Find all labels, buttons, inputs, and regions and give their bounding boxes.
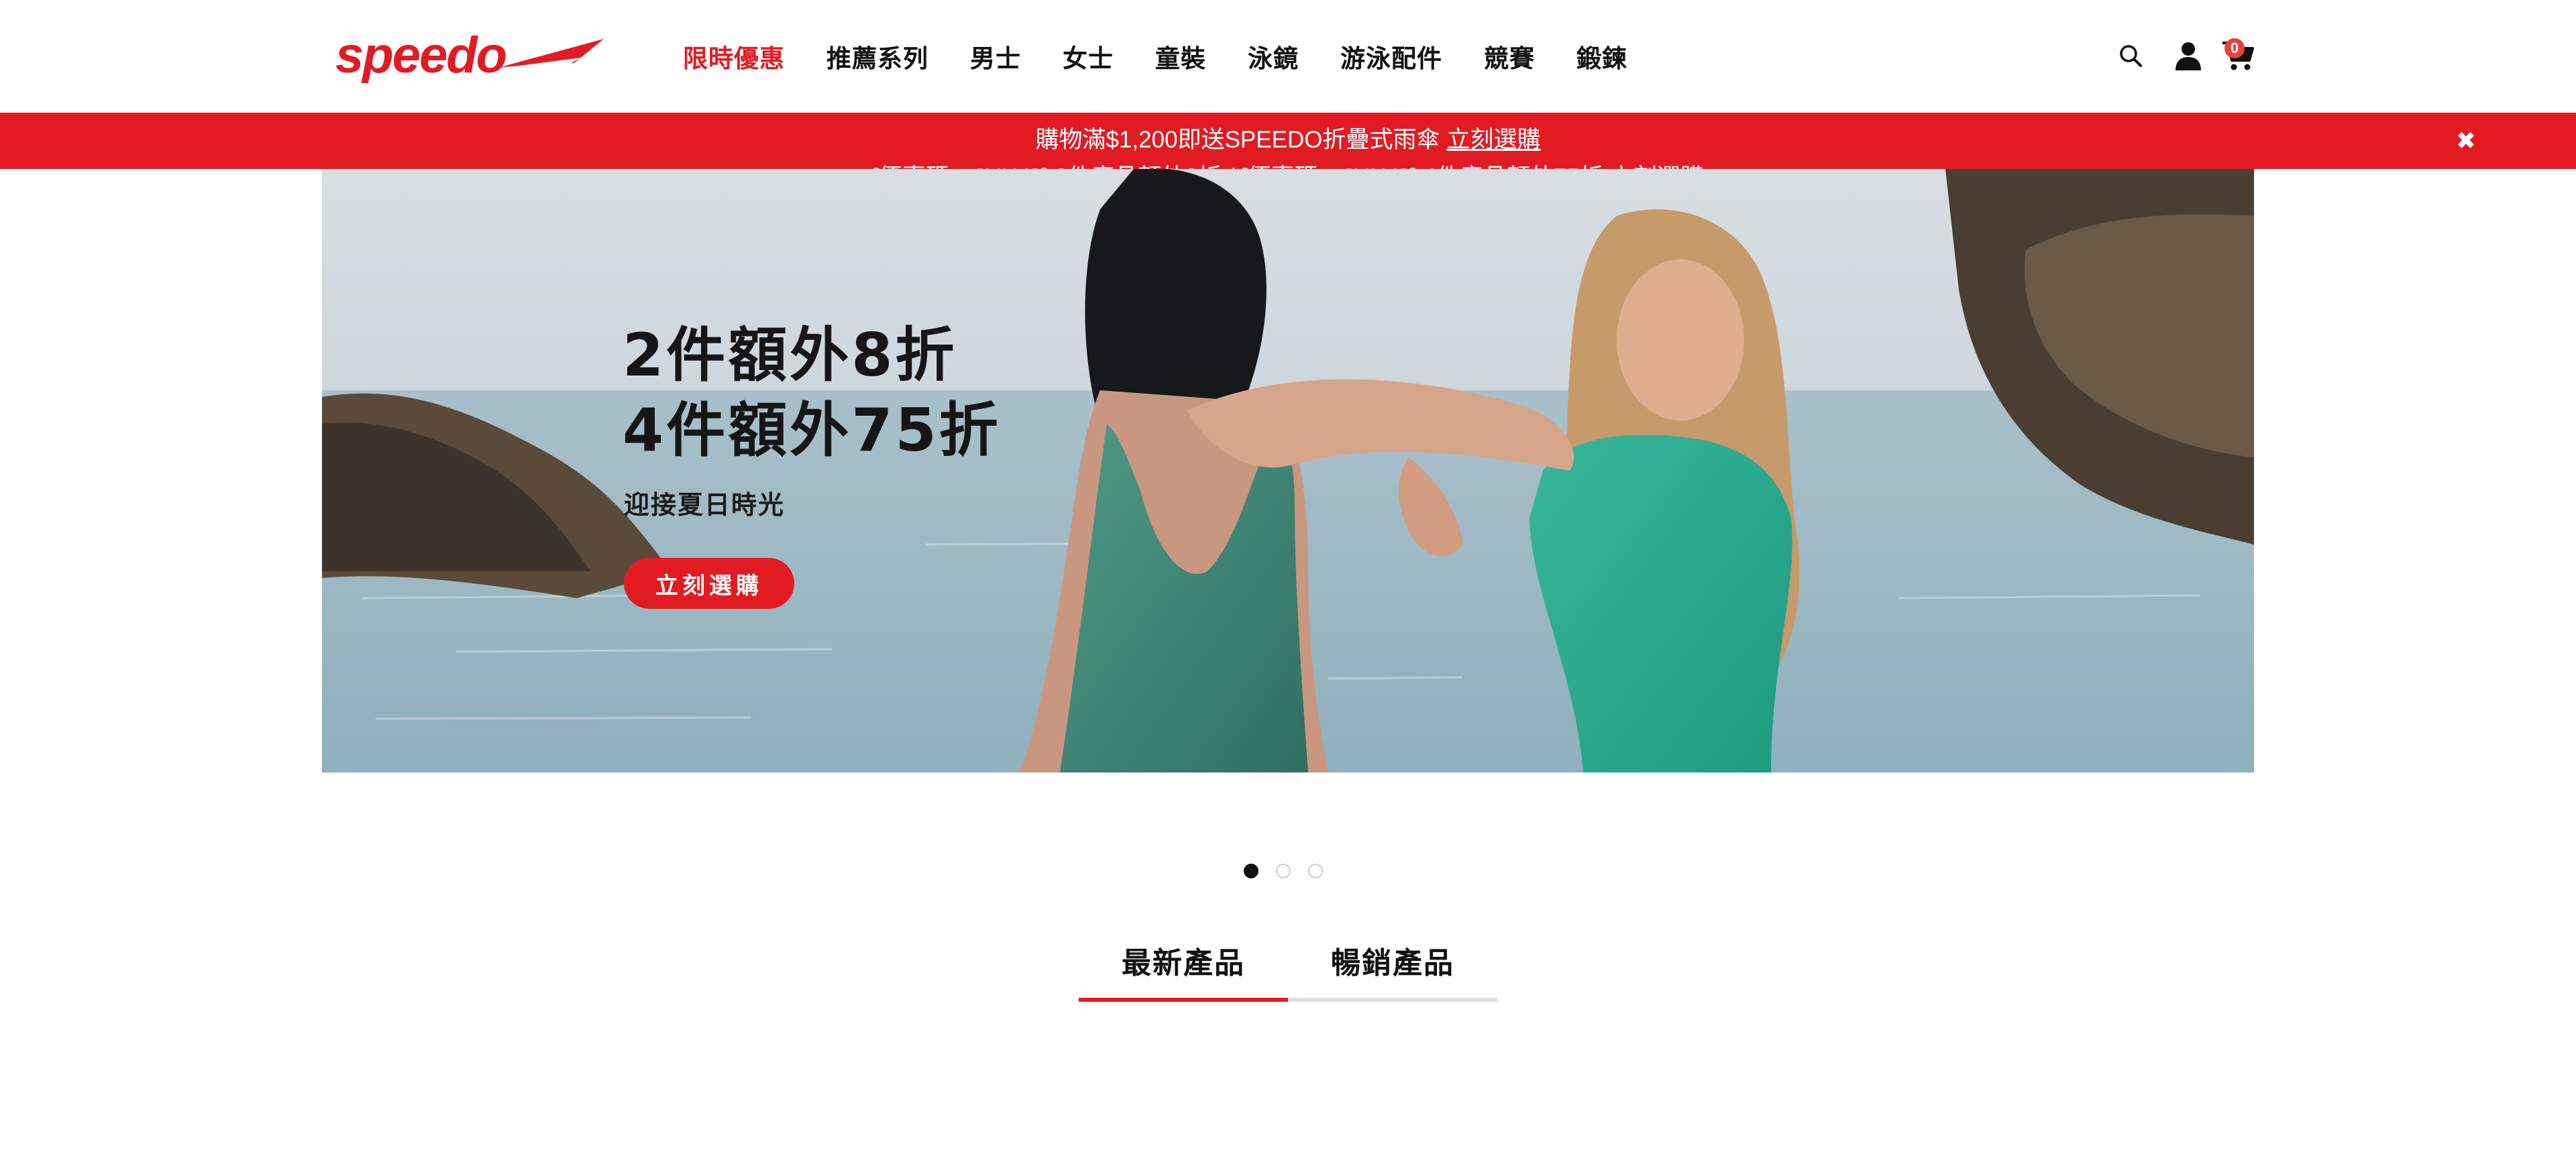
nav-item-women[interactable]: 女士 [1063,38,1114,74]
account-button[interactable] [2168,36,2208,76]
carousel-dot-1[interactable] [1244,864,1258,878]
nav-item-men[interactable]: 男士 [970,38,1021,74]
search-button[interactable] [2110,36,2151,76]
cart-count-badge: 0 [2224,38,2245,58]
hero-shop-now-button[interactable]: 立刻選購 [624,558,794,609]
user-icon [2176,42,2201,70]
hero-headline-line2: 4件額外75折 [623,396,1001,465]
main-nav: 限時優惠 推薦系列 男士 女士 童裝 泳鏡 游泳配件 競賽 鍛鍊 [683,35,1669,78]
search-icon [2120,45,2142,67]
site-header: speedo 限時優惠 推薦系列 男士 女士 童裝 泳鏡 游泳配件 競賽 鍛鍊 [0,0,2576,113]
nav-item-featured[interactable]: 推薦系列 [826,38,928,74]
cart-button[interactable]: 0 [2218,36,2258,76]
promo-message: 購物滿$1,200即送SPEEDO折疊式雨傘 立刻選購 [0,121,2576,155]
nav-item-kids[interactable]: 童裝 [1155,38,1206,74]
nav-item-goggles[interactable]: 泳鏡 [1248,38,1299,74]
nav-item-competition[interactable]: 競賽 [1484,38,1535,74]
carousel-dots [1244,864,1323,878]
hero-image [322,169,2254,772]
carousel-dot-2[interactable] [1276,864,1291,878]
close-icon[interactable]: ✖ [2451,126,2481,156]
nav-item-sale[interactable]: 限時優惠 [683,38,785,74]
hero-banner[interactable]: 2件額外8折 4件額外75折 迎接夏日時光 立刻選購 [322,169,2254,772]
tab-best-sellers[interactable]: 暢銷產品 [1288,917,1497,1003]
promo-message-next: [優惠碼：JULY2] 2件產品額外8折 / [優惠碼：JULY2] 4件產品額… [0,158,2576,169]
nav-item-accessories[interactable]: 游泳配件 [1340,38,1442,74]
hero-headline: 2件額外8折 4件額外75折 [623,318,1001,468]
promo-text: 購物滿$1,200即送SPEEDO折疊式雨傘 [1035,127,1440,153]
hero-subtitle: 迎接夏日時光 [624,490,786,520]
svg-text:speedo: speedo [335,28,506,84]
carousel-dot-3[interactable] [1308,864,1323,878]
hero-headline-line1: 2件額外8折 [623,321,957,390]
product-tabs: 最新產品 暢銷產品 [1079,917,1497,1003]
nav-item-training[interactable]: 鍛鍊 [1576,38,1627,74]
promo-shop-link[interactable]: 立刻選購 [1446,127,1540,153]
promo-bar: 購物滿$1,200即送SPEEDO折疊式雨傘立刻選購 [優惠碼：JULY2] 2… [0,113,2576,169]
header-actions: 0 [2093,32,2258,79]
tab-new-products[interactable]: 最新產品 [1079,917,1288,1003]
speedo-logo[interactable]: speedo [333,28,608,84]
